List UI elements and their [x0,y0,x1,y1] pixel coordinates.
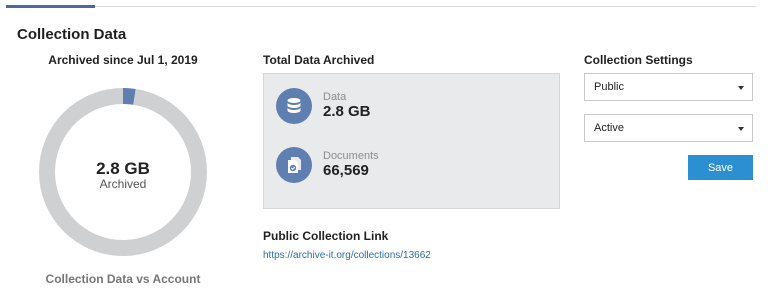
stats-panel: Data 2.8 GB Documents 66,569 [263,73,560,209]
stat-documents-value: 66,569 [323,162,369,179]
stat-data-value: 2.8 GB [323,103,371,120]
donut-center: 2.8 GB Archived [31,160,215,191]
stat-data-label: Data [323,91,347,103]
status-select[interactable]: Active [584,114,753,142]
donut-center-label: Archived [99,177,147,191]
visibility-select-value: Public [594,81,624,93]
chevron-down-icon [738,86,744,90]
tab-active-indicator[interactable] [6,5,95,8]
chevron-down-icon [738,127,744,131]
status-select-value: Active [594,122,624,134]
save-button[interactable]: Save [688,155,753,180]
settings-title: Collection Settings [584,53,693,67]
tab-bar [0,0,756,8]
donut-title: Archived since Jul 1, 2019 [48,53,198,67]
tab-divider [6,6,756,7]
stat-documents-label: Documents [323,150,379,162]
database-icon [276,88,312,124]
donut-center-value: 2.8 GB [96,159,150,178]
visibility-select[interactable]: Public [584,73,753,101]
donut-caption: Collection Data vs Account [45,272,201,286]
page-title: Collection Data [17,26,127,43]
total-data-title: Total Data Archived [263,53,375,67]
public-collection-link[interactable]: https://archive-it.org/collections/13662 [263,250,431,261]
public-link-title: Public Collection Link [263,229,389,243]
document-check-icon [276,147,312,183]
